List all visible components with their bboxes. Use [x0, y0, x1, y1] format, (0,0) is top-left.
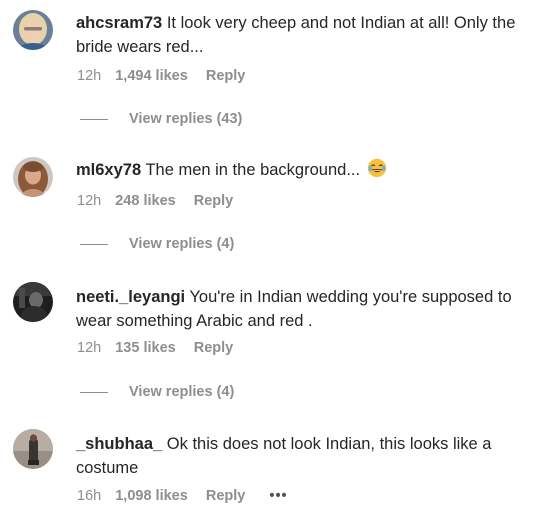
avatar-dark-photo-icon — [13, 282, 53, 322]
avatar-standing-figure-icon — [13, 429, 53, 469]
reply-button[interactable]: Reply — [206, 488, 246, 504]
view-replies-button[interactable]: View replies (4) — [80, 234, 234, 254]
view-replies-button[interactable]: View replies (4) — [80, 382, 234, 402]
avatar[interactable] — [13, 429, 53, 469]
more-options-icon[interactable]: ••• — [269, 488, 287, 504]
comment-username[interactable]: neeti._leyangi — [76, 288, 185, 306]
reply-button[interactable]: Reply — [194, 193, 234, 209]
comment-text: The men in the background... — [145, 161, 361, 179]
comment-likes[interactable]: 1,494 likes — [115, 68, 188, 84]
reply-button[interactable]: Reply — [194, 340, 234, 356]
comment-time: 12h — [77, 340, 102, 356]
comment-likes[interactable]: 1,098 likes — [115, 488, 188, 504]
laughing-crying-emoji-icon — [367, 158, 387, 178]
reply-button[interactable]: Reply — [206, 68, 246, 84]
view-replies-button[interactable]: View replies (43) — [80, 109, 242, 129]
comment-username[interactable]: ahcsram73 — [76, 14, 162, 32]
comment-likes[interactable]: 135 likes — [115, 340, 175, 356]
comment-time: 16h — [77, 488, 102, 504]
view-replies-label: View replies (4) — [129, 384, 235, 400]
avatar-woman-long-hair-icon — [13, 157, 53, 197]
divider-line — [80, 391, 108, 393]
comment-time: 12h — [77, 68, 102, 84]
view-replies-label: View replies (43) — [129, 111, 243, 127]
avatar[interactable] — [13, 157, 53, 197]
comment-time: 12h — [77, 193, 102, 209]
divider-line — [80, 118, 108, 120]
avatar[interactable] — [13, 10, 53, 50]
avatar-blonde-woman-icon — [13, 10, 53, 50]
comment-username[interactable]: _shubhaa_ — [76, 435, 162, 453]
view-replies-label: View replies (4) — [129, 236, 235, 252]
comment-likes[interactable]: 248 likes — [115, 193, 175, 209]
avatar[interactable] — [13, 282, 53, 322]
comment-username[interactable]: ml6xy78 — [76, 161, 141, 179]
divider-line — [80, 243, 108, 245]
